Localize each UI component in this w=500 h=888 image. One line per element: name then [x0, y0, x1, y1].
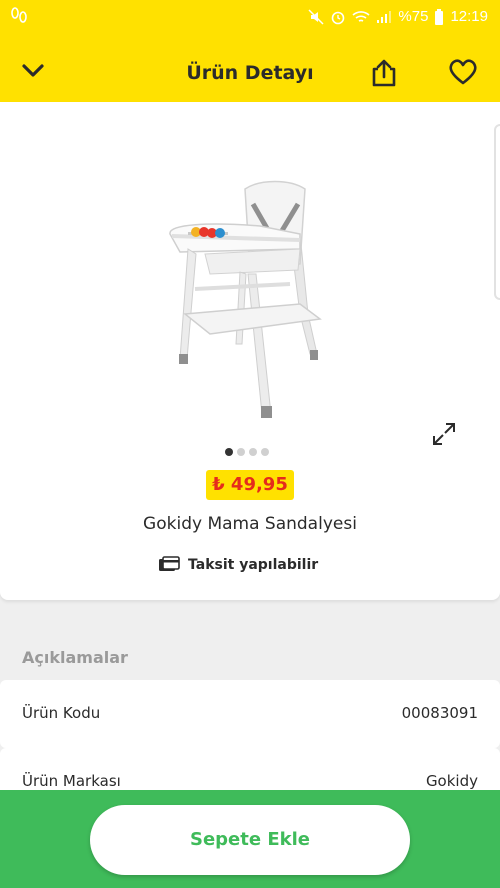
clock: 12:19 — [450, 8, 488, 25]
app-header: Ürün Detayı — [0, 44, 500, 100]
expand-icon — [433, 423, 455, 445]
page-title: Ürün Detayı — [186, 62, 314, 84]
signal-icon — [376, 10, 392, 24]
detail-label: Ürün Markası — [22, 772, 121, 790]
share-button[interactable] — [370, 58, 398, 88]
expand-image-button[interactable] — [430, 420, 458, 448]
heart-icon — [449, 59, 477, 85]
share-icon — [372, 59, 396, 87]
alarm-icon — [330, 9, 346, 25]
credit-card-icon — [159, 556, 180, 571]
bottom-action-bar: Sepete Ekle — [0, 790, 500, 888]
top-bar: %75 12:19 Ürün Detayı — [0, 0, 500, 102]
status-bar: %75 12:19 — [0, 0, 500, 36]
product-name: Gokidy Mama Sandalyesi — [143, 514, 357, 534]
wifi-icon — [352, 10, 370, 24]
pager-dot[interactable] — [249, 448, 257, 456]
image-pager — [225, 448, 269, 456]
product-image[interactable] — [150, 174, 350, 430]
notification-icon — [10, 6, 28, 30]
pager-dot[interactable] — [225, 448, 233, 456]
detail-value: 00083091 — [401, 704, 478, 722]
favorite-button[interactable] — [448, 58, 478, 86]
detail-row-product-code: Ürün Kodu 00083091 — [0, 680, 500, 748]
section-title: Açıklamalar — [22, 648, 128, 667]
battery-icon — [434, 8, 444, 25]
pager-dot[interactable] — [237, 448, 245, 456]
detail-label: Ürün Kodu — [22, 704, 101, 722]
product-card: ₺ 49,95 Gokidy Mama Sandalyesi Taksit ya… — [0, 102, 500, 600]
price-badge: ₺ 49,95 — [206, 470, 294, 500]
scroll-indicator[interactable] — [494, 124, 500, 300]
installment-info: Taksit yapılabilir — [158, 556, 318, 574]
mute-icon — [308, 8, 324, 25]
pager-dot[interactable] — [261, 448, 269, 456]
detail-value: Gokidy — [425, 772, 478, 790]
battery-percent: %75 — [398, 8, 429, 25]
installment-label: Taksit yapılabilir — [188, 557, 319, 573]
add-to-cart-button[interactable]: Sepete Ekle — [90, 805, 410, 875]
